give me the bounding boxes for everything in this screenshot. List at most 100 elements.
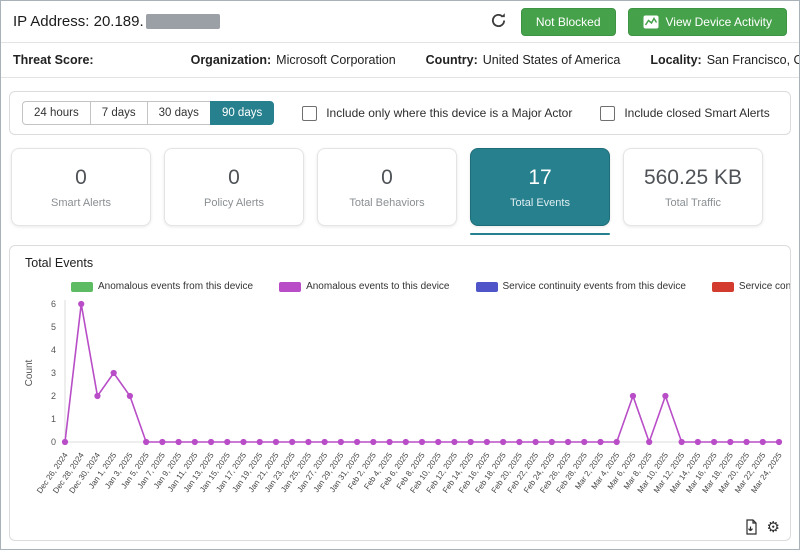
- stat-value: 0: [75, 166, 87, 190]
- filter-panel: 24 hours7 days30 days90 days Include onl…: [9, 91, 791, 135]
- gear-icon: ⚙: [767, 520, 780, 535]
- data-point[interactable]: [695, 439, 701, 445]
- data-point[interactable]: [581, 439, 587, 445]
- major-actor-checkbox[interactable]: [302, 106, 317, 121]
- svg-text:1: 1: [51, 414, 56, 424]
- data-point[interactable]: [516, 439, 522, 445]
- stat-card-policy-alerts[interactable]: 0Policy Alerts: [164, 148, 304, 235]
- data-point[interactable]: [532, 439, 538, 445]
- page-title: IP Address: 20.189.: [13, 13, 220, 30]
- data-point[interactable]: [289, 439, 295, 445]
- data-point[interactable]: [370, 439, 376, 445]
- stat-label: Total Traffic: [665, 197, 721, 209]
- not-blocked-label: Not Blocked: [536, 15, 601, 29]
- data-point[interactable]: [111, 370, 117, 376]
- threat-score-label: Threat Score:: [13, 53, 94, 67]
- data-point[interactable]: [159, 439, 165, 445]
- range-button-7-days[interactable]: 7 days: [90, 101, 148, 125]
- closed-alerts-checkbox[interactable]: [600, 106, 615, 121]
- organization-label: Organization:: [191, 53, 272, 67]
- data-point[interactable]: [679, 439, 685, 445]
- data-point[interactable]: [322, 439, 328, 445]
- chart-corner-actions: ⚙: [744, 519, 780, 535]
- data-point[interactable]: [143, 439, 149, 445]
- major-actor-checkbox-row[interactable]: Include only where this device is a Majo…: [302, 106, 572, 121]
- stat-card-total-traffic[interactable]: 560.25 KB Total Traffic: [623, 148, 763, 235]
- data-point[interactable]: [127, 393, 133, 399]
- data-point[interactable]: [565, 439, 571, 445]
- data-point[interactable]: [662, 393, 668, 399]
- locality: Locality:San Francisco, California: [650, 53, 800, 67]
- data-point[interactable]: [338, 439, 344, 445]
- data-point[interactable]: [94, 393, 100, 399]
- range-button-30-days[interactable]: 30 days: [147, 101, 211, 125]
- data-point[interactable]: [743, 439, 749, 445]
- chart-title: Total Events: [19, 256, 781, 270]
- data-point[interactable]: [500, 439, 506, 445]
- data-point[interactable]: [175, 439, 181, 445]
- range-button-90-days[interactable]: 90 days: [210, 101, 274, 125]
- data-point[interactable]: [451, 439, 457, 445]
- data-point[interactable]: [78, 301, 84, 307]
- legend-swatch: [712, 282, 734, 292]
- data-point[interactable]: [597, 439, 603, 445]
- data-point[interactable]: [62, 439, 68, 445]
- stats-row: 0Smart Alerts0Policy Alerts0Total Behavi…: [1, 135, 799, 235]
- data-point[interactable]: [386, 439, 392, 445]
- legend-item-service-continuity-events-from-this-device[interactable]: Service continuity events from this devi…: [476, 281, 686, 292]
- stat-card-smart-alerts[interactable]: 0Smart Alerts: [11, 148, 151, 235]
- stat-card-total-behaviors[interactable]: 0Total Behaviors: [317, 148, 457, 235]
- data-point[interactable]: [776, 439, 782, 445]
- stat-value: 560.25 KB: [644, 166, 742, 190]
- view-device-activity-button[interactable]: View Device Activity: [628, 8, 787, 36]
- export-button[interactable]: [744, 519, 758, 535]
- data-point[interactable]: [549, 439, 555, 445]
- settings-button[interactable]: ⚙: [767, 520, 780, 535]
- data-point[interactable]: [711, 439, 717, 445]
- data-point[interactable]: [305, 439, 311, 445]
- data-point[interactable]: [419, 439, 425, 445]
- events-chart[interactable]: 0123456CountDec 26, 2024Dec 28, 2024Dec …: [19, 294, 791, 524]
- view-device-activity-label: View Device Activity: [666, 15, 772, 29]
- header-actions: Not Blocked View Device Activity: [488, 8, 787, 36]
- time-range-group: 24 hours7 days30 days90 days: [22, 101, 274, 125]
- data-point[interactable]: [208, 439, 214, 445]
- data-point[interactable]: [468, 439, 474, 445]
- organization: Organization: Microsoft Corporation: [191, 53, 396, 67]
- stat-card-total-events[interactable]: 17Total Events: [470, 148, 610, 235]
- svg-text:5: 5: [51, 322, 56, 332]
- legend-item-anomalous-events-to-this-device[interactable]: Anomalous events to this device: [279, 281, 449, 292]
- major-actor-checkbox-label: Include only where this device is a Majo…: [326, 106, 572, 120]
- data-point[interactable]: [760, 439, 766, 445]
- data-point[interactable]: [354, 439, 360, 445]
- data-point[interactable]: [727, 439, 733, 445]
- export-icon: [744, 519, 758, 535]
- data-point[interactable]: [630, 393, 636, 399]
- device-detail-page: IP Address: 20.189. Not Blocked: [0, 0, 800, 550]
- data-point[interactable]: [257, 439, 263, 445]
- legend-swatch: [71, 282, 93, 292]
- data-point[interactable]: [192, 439, 198, 445]
- svg-text:4: 4: [51, 345, 56, 355]
- svg-text:2: 2: [51, 391, 56, 401]
- data-point[interactable]: [435, 439, 441, 445]
- data-point[interactable]: [273, 439, 279, 445]
- stat-card-body: 17Total Events: [470, 148, 610, 226]
- legend-item-service-continuity-events-to-this-device[interactable]: Service continuity events to this device: [712, 281, 791, 292]
- closed-alerts-checkbox-row[interactable]: Include closed Smart Alerts: [600, 106, 769, 121]
- svg-text:6: 6: [51, 299, 56, 309]
- legend-item-anomalous-events-from-this-device[interactable]: Anomalous events from this device: [71, 281, 253, 292]
- range-button-24-hours[interactable]: 24 hours: [22, 101, 91, 125]
- data-point[interactable]: [403, 439, 409, 445]
- data-point[interactable]: [484, 439, 490, 445]
- not-blocked-button[interactable]: Not Blocked: [521, 8, 616, 36]
- organization-value: Microsoft Corporation: [276, 53, 396, 67]
- stat-card-body: 560.25 KB Total Traffic: [623, 148, 763, 226]
- data-point[interactable]: [646, 439, 652, 445]
- data-point[interactable]: [614, 439, 620, 445]
- data-point[interactable]: [224, 439, 230, 445]
- data-point[interactable]: [240, 439, 246, 445]
- svg-text:Count: Count: [24, 359, 35, 386]
- stat-card-body: 0Policy Alerts: [164, 148, 304, 226]
- refresh-button[interactable]: [488, 10, 509, 34]
